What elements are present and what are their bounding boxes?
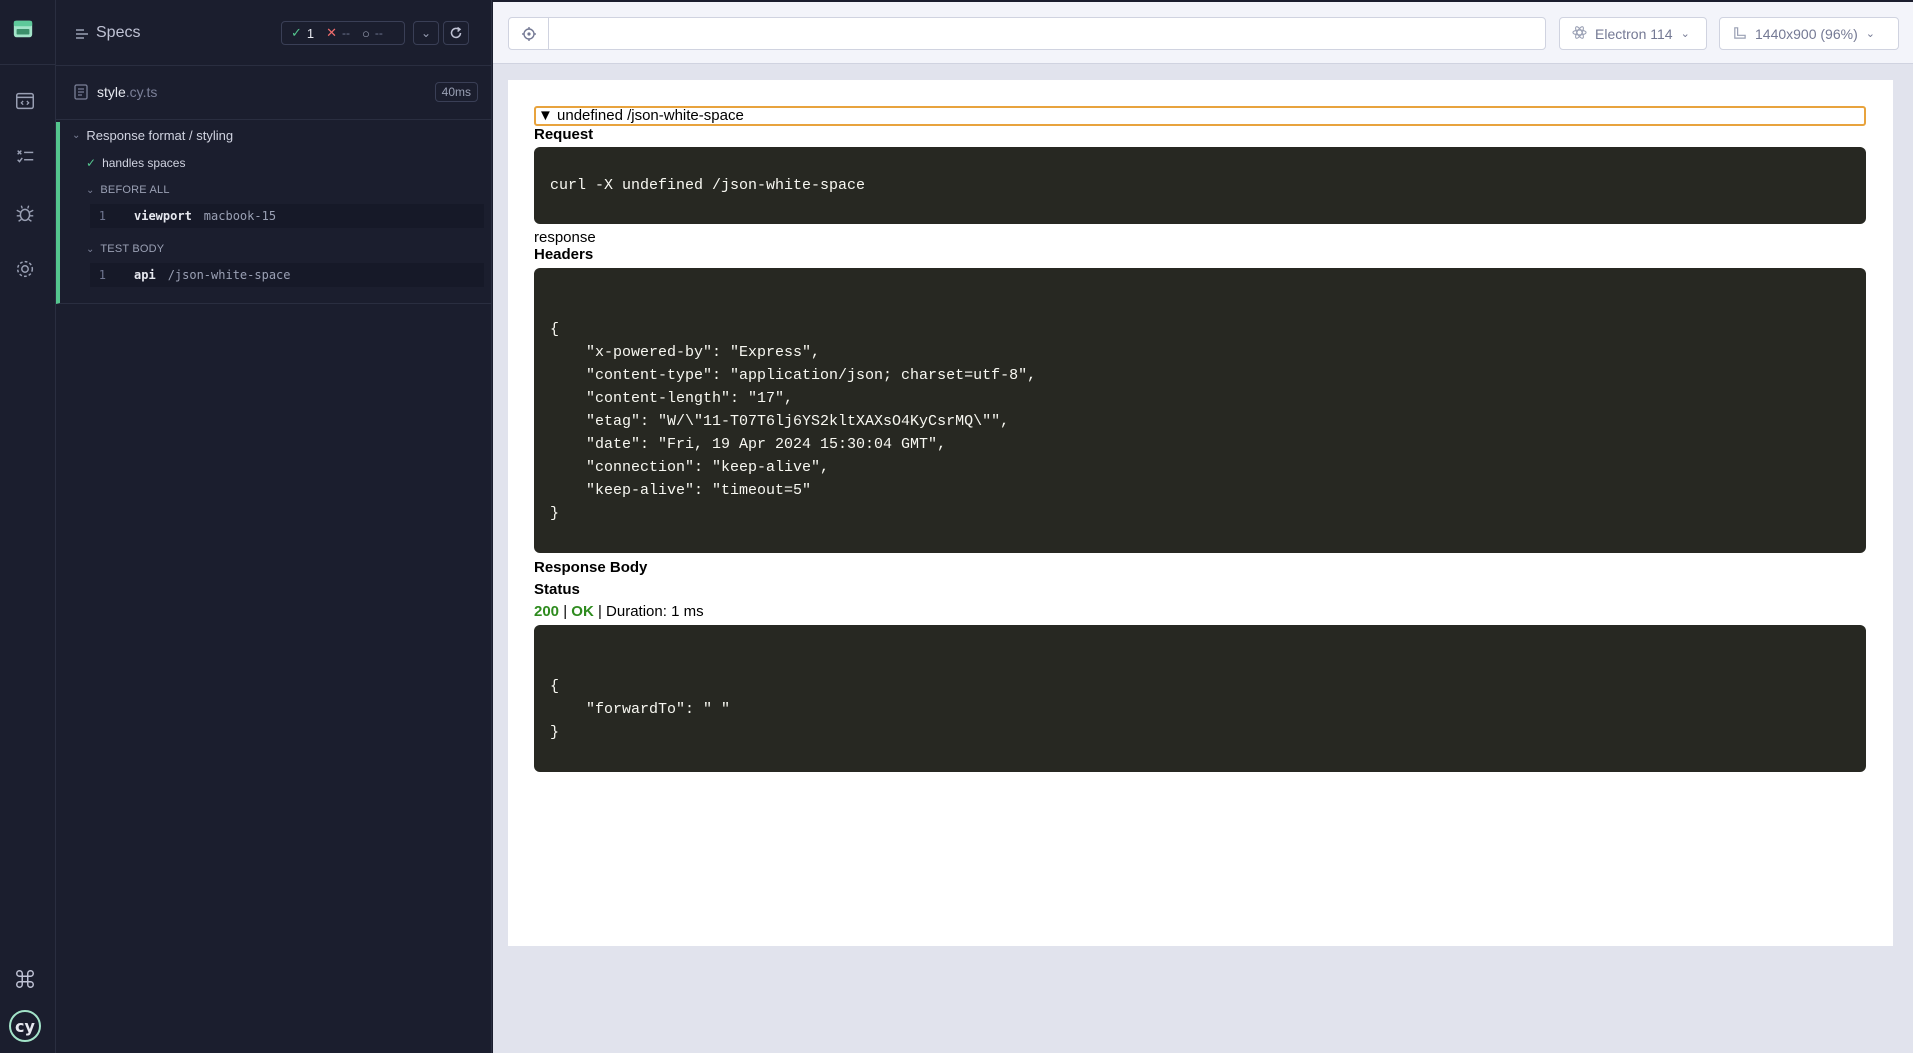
spec-file-row[interactable]: style.cy.ts 40ms	[56, 66, 492, 120]
spec-duration: 40ms	[434, 82, 478, 102]
passed-stat: ✓ 1	[291, 25, 314, 41]
rerun-icon[interactable]	[443, 21, 469, 45]
cypress-logo-icon[interactable]: cy	[9, 1010, 41, 1042]
command-index: 1	[98, 268, 106, 282]
response-body-heading: Response Body	[534, 559, 648, 576]
aut-iframe: ▼ undefined /json-white-space Request cu…	[508, 80, 1893, 946]
before-all-hook[interactable]: ⌄ BEFORE ALL	[86, 184, 170, 196]
settings-icon[interactable]	[12, 256, 38, 282]
url-bar[interactable]	[508, 17, 1546, 50]
request-code-block: curl -X undefined /json-white-space	[534, 147, 1866, 224]
status-separator: |	[597, 603, 602, 620]
passed-count: 1	[306, 25, 315, 41]
specs-title[interactable]: Specs	[96, 24, 140, 42]
duration-text: Duration: 1 ms	[606, 603, 704, 620]
chevron-down-icon: ⌄	[72, 130, 81, 141]
command-index: 1	[98, 209, 106, 223]
command-row[interactable]: 1 api /json-white-space	[90, 263, 484, 287]
test-body-label: TEST BODY	[100, 243, 165, 255]
test-tree: ⌄ Response format / styling ✓ handles sp…	[56, 122, 492, 304]
nav-rail: cy	[0, 0, 56, 1053]
before-all-label: BEFORE ALL	[100, 184, 170, 196]
headers-heading: Headers	[534, 246, 594, 263]
check-icon: ✓	[291, 25, 302, 40]
specs-menu-icon[interactable]	[74, 26, 90, 47]
command-name: viewport	[134, 209, 192, 223]
pending-icon: ○	[362, 25, 370, 41]
status-text: OK	[571, 603, 594, 620]
chevron-down-icon: ⌄	[1680, 28, 1690, 40]
check-icon: ✓	[86, 156, 97, 170]
nav-divider	[0, 64, 56, 65]
aut-toolbar: Electron 114 ⌄ 1440x900 (96%) ⌄	[493, 2, 1913, 64]
selector-playground-icon[interactable]	[509, 18, 549, 49]
reporter-header: Specs ✓ 1 ✕ -- ○ -- ⌄	[56, 0, 492, 66]
specs-icon[interactable]	[12, 88, 38, 114]
request-heading: Request	[534, 126, 594, 143]
command-arg: macbook-15	[203, 209, 277, 223]
response-label: response	[534, 229, 596, 246]
status-line: 200 | OK | Duration: 1 ms	[534, 603, 704, 620]
chevron-down-icon[interactable]: ⌄	[413, 21, 439, 45]
document-icon	[74, 84, 88, 105]
spec-file-name: style.cy.ts	[97, 84, 157, 100]
headers-code-block: { "x-powered-by": "Express", "content-ty…	[534, 268, 1866, 553]
suite-row[interactable]: ⌄ Response format / styling	[72, 128, 233, 143]
x-icon: ✕	[326, 25, 338, 40]
spec-ext: .cy.ts	[125, 84, 158, 100]
pending-stat: ○ --	[362, 26, 383, 41]
viewport-icon	[1732, 25, 1747, 43]
failed-stat: ✕ --	[326, 25, 350, 41]
chevron-down-icon: ⌄	[1865, 28, 1875, 40]
app-logo-icon[interactable]	[12, 18, 36, 42]
pending-count: --	[374, 26, 383, 40]
failed-count: --	[342, 26, 351, 40]
debug-icon[interactable]	[12, 200, 38, 226]
test-title: handles spaces	[102, 156, 186, 170]
test-row[interactable]: ✓ handles spaces	[86, 156, 185, 170]
keyboard-shortcuts-icon[interactable]	[12, 966, 38, 992]
reporter-panel: Specs ✓ 1 ✕ -- ○ -- ⌄ style.cy.ts 40ms ⌄ Re…	[56, 0, 492, 1053]
request-summary-toggle[interactable]: ▼ undefined /json-white-space	[534, 106, 1866, 126]
response-body-code-block: { "forwardTo": " " }	[534, 625, 1866, 772]
viewport-selector[interactable]: 1440x900 (96%) ⌄	[1719, 17, 1899, 50]
chevron-down-icon: ⌄	[86, 243, 95, 255]
test-stats: ✓ 1 ✕ -- ○ --	[281, 21, 405, 45]
command-name: api	[134, 268, 156, 282]
spec-name: style	[97, 84, 126, 100]
status-heading: Status	[534, 581, 580, 598]
runs-icon[interactable]	[12, 144, 38, 170]
command-row[interactable]: 1 viewport macbook-15	[90, 204, 484, 228]
status-separator: |	[563, 603, 568, 620]
aut-panel: Electron 114 ⌄ 1440x900 (96%) ⌄ ▼ undefi…	[493, 0, 1913, 1053]
command-arg: /json-white-space	[167, 268, 291, 282]
electron-icon	[1572, 25, 1587, 43]
viewport-label: 1440x900 (96%)	[1755, 25, 1858, 42]
suite-title: Response format / styling	[86, 128, 234, 143]
test-body-section[interactable]: ⌄ TEST BODY	[86, 243, 164, 255]
browser-selector[interactable]: Electron 114 ⌄	[1559, 17, 1707, 50]
chevron-down-icon: ⌄	[86, 184, 95, 196]
browser-label: Electron 114	[1595, 25, 1673, 42]
status-code: 200	[534, 603, 560, 620]
